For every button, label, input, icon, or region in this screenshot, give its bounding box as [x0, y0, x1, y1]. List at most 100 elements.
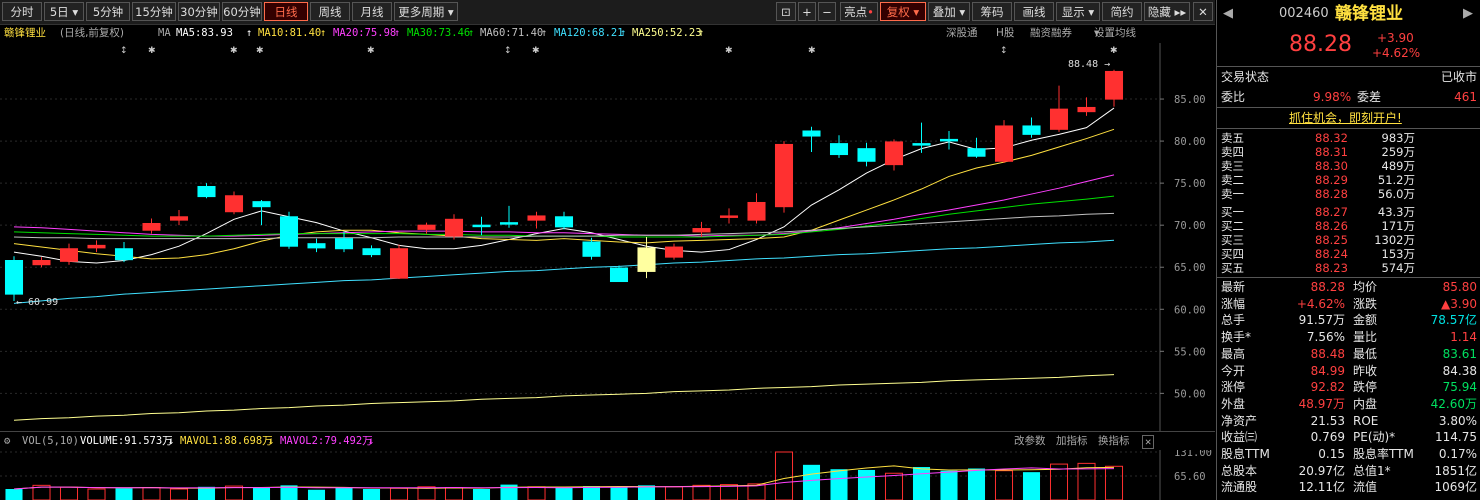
candle-body: [224, 195, 244, 213]
add-indicator-link[interactable]: 加指标: [1056, 432, 1088, 450]
webi-value: 9.98%: [1313, 90, 1352, 104]
stat-label: 最高: [1221, 346, 1246, 361]
status-value: 已收市: [1440, 70, 1477, 84]
volume-bar: [197, 486, 216, 500]
stat-label: 收益㈢: [1221, 430, 1258, 445]
zoom-out-icon[interactable]: −: [818, 2, 836, 21]
candle-body: [32, 260, 51, 266]
volume-bar: [362, 489, 381, 500]
period-tab-5min[interactable]: 5分钟: [86, 2, 130, 21]
period-tab-30min[interactable]: 30分钟: [178, 2, 220, 21]
price-tick-label: 65.00: [1174, 262, 1206, 274]
event-marker-icon: ↕: [120, 46, 128, 56]
volume-bar: [912, 467, 931, 500]
weicha-label: 委差: [1357, 90, 1382, 104]
period-tab-60min[interactable]: 60分钟: [222, 2, 262, 21]
event-marker-icon: ✱: [1110, 46, 1118, 56]
period-tab-weekly[interactable]: 周线: [310, 2, 350, 21]
stat-label: 昨收: [1353, 363, 1378, 378]
volume-bar: [1022, 472, 1041, 500]
close-icon[interactable]: ✕: [1193, 2, 1213, 21]
stat-value: 7.56%: [1306, 330, 1345, 345]
close-icon[interactable]: ✕: [1142, 435, 1155, 449]
adjust-dropdown[interactable]: 复权 ▾: [880, 2, 926, 21]
hide-button[interactable]: 隐藏 ▸▸: [1144, 2, 1190, 21]
bid-row-price: 88.23: [1315, 261, 1348, 275]
candle-body: [1022, 125, 1041, 135]
ask-row-label: 卖一: [1221, 187, 1244, 201]
weicha-value: 461: [1454, 90, 1477, 104]
ma120-line: [13, 239, 1115, 304]
period-tab-5day[interactable]: 5日 ▾: [44, 2, 84, 21]
draw-button[interactable]: 画线: [1014, 2, 1054, 21]
period-tab-daily[interactable]: 日线: [264, 2, 308, 21]
volume-settings-icon[interactable]: ⚙: [4, 432, 10, 450]
candle-body: [637, 247, 656, 272]
candle-body: [334, 238, 354, 250]
volume-chart[interactable]: 131.00 65.60: [0, 450, 1215, 500]
stat-value: 78.57亿: [1430, 313, 1477, 328]
price-tick-label: 50.00: [1174, 388, 1206, 400]
overlay-dropdown[interactable]: 叠加 ▾: [928, 2, 970, 21]
link-h-share[interactable]: H股: [996, 25, 1014, 42]
nav-prev-icon[interactable]: ◀: [1223, 6, 1233, 22]
open-account-link[interactable]: 抓住机会，即刻开户!: [1289, 110, 1402, 126]
event-marker-icon: ↕: [504, 46, 512, 56]
low-annotation: ← 60.99: [16, 297, 58, 308]
volume-bar: [527, 486, 546, 500]
period-tab-15min[interactable]: 15分钟: [132, 2, 176, 21]
stat-value: 88.28: [1310, 280, 1345, 294]
candle-body: [774, 143, 794, 208]
candle-body: [142, 223, 161, 231]
chips-button[interactable]: 筹码: [972, 2, 1012, 21]
candle-body: [472, 224, 491, 228]
volume-bar: [59, 486, 79, 500]
switch-indicator-link[interactable]: 换指标: [1098, 432, 1130, 450]
display-dropdown[interactable]: 显示 ▾: [1056, 2, 1100, 21]
volume-bar: [802, 464, 821, 500]
up-arrow-icon: ↑: [620, 27, 627, 39]
price-chart[interactable]: 85.00 80.00 75.00 70.00 65.00 60.00 55.00 50.00…: [0, 43, 1215, 431]
event-marker-icon: ✱: [230, 46, 238, 56]
price-tick-label: 55.00: [1174, 346, 1206, 358]
volume-bar: [664, 486, 684, 500]
high-annotation: 88.48 →: [1068, 59, 1110, 70]
stat-value: 1.14: [1450, 330, 1477, 345]
highlight-button[interactable]: 亮点•: [840, 2, 878, 21]
stat-value: ▲3.90: [1441, 296, 1477, 311]
volume-bar: [719, 484, 739, 500]
stat-label: 总值1*: [1353, 463, 1391, 478]
volume-bar: [252, 487, 271, 500]
stat-label: 净资产: [1221, 413, 1258, 428]
candle-body: [994, 125, 1014, 162]
more-periods-dropdown[interactable]: 更多周期 ▾: [394, 2, 458, 21]
candle-body: [1077, 106, 1096, 113]
candle-body: [417, 224, 436, 230]
hide-label: 隐藏: [1147, 5, 1171, 19]
candle-body: [802, 130, 821, 137]
ma-settings-button[interactable]: 设置均线 ▾: [1094, 25, 1136, 42]
stat-label: 涨幅: [1221, 296, 1246, 311]
change-params-link[interactable]: 改参数: [1014, 432, 1046, 450]
up-arrow-icon: ↑: [468, 27, 475, 39]
lock-icon[interactable]: ⊡: [776, 2, 796, 21]
ma-settings-label: 设置均线: [1094, 27, 1136, 39]
stat-value: 20.97亿: [1298, 463, 1345, 478]
candle-body: [692, 228, 711, 233]
event-marker-icon: ✱: [256, 46, 264, 56]
simple-button[interactable]: 简约: [1102, 2, 1142, 21]
stat-label: 最新: [1221, 280, 1246, 294]
nav-next-icon[interactable]: ▶: [1463, 6, 1473, 22]
volume-bar: [692, 484, 711, 500]
stat-label: 最低: [1353, 346, 1378, 361]
period-tab-intraday[interactable]: 分时: [2, 2, 42, 21]
stat-value: +4.62%: [1296, 296, 1345, 311]
ma5-label: MA5:83.93: [176, 27, 233, 39]
event-marker-icon: ✱: [532, 46, 540, 56]
period-tab-monthly[interactable]: 月线: [352, 2, 392, 21]
stat-label: 涨停: [1221, 380, 1246, 395]
link-hk-connect[interactable]: 深股通: [946, 25, 978, 42]
zoom-in-icon[interactable]: +: [798, 2, 816, 21]
link-margin[interactable]: 融资融券: [1030, 25, 1072, 42]
candle-body: [719, 215, 739, 218]
